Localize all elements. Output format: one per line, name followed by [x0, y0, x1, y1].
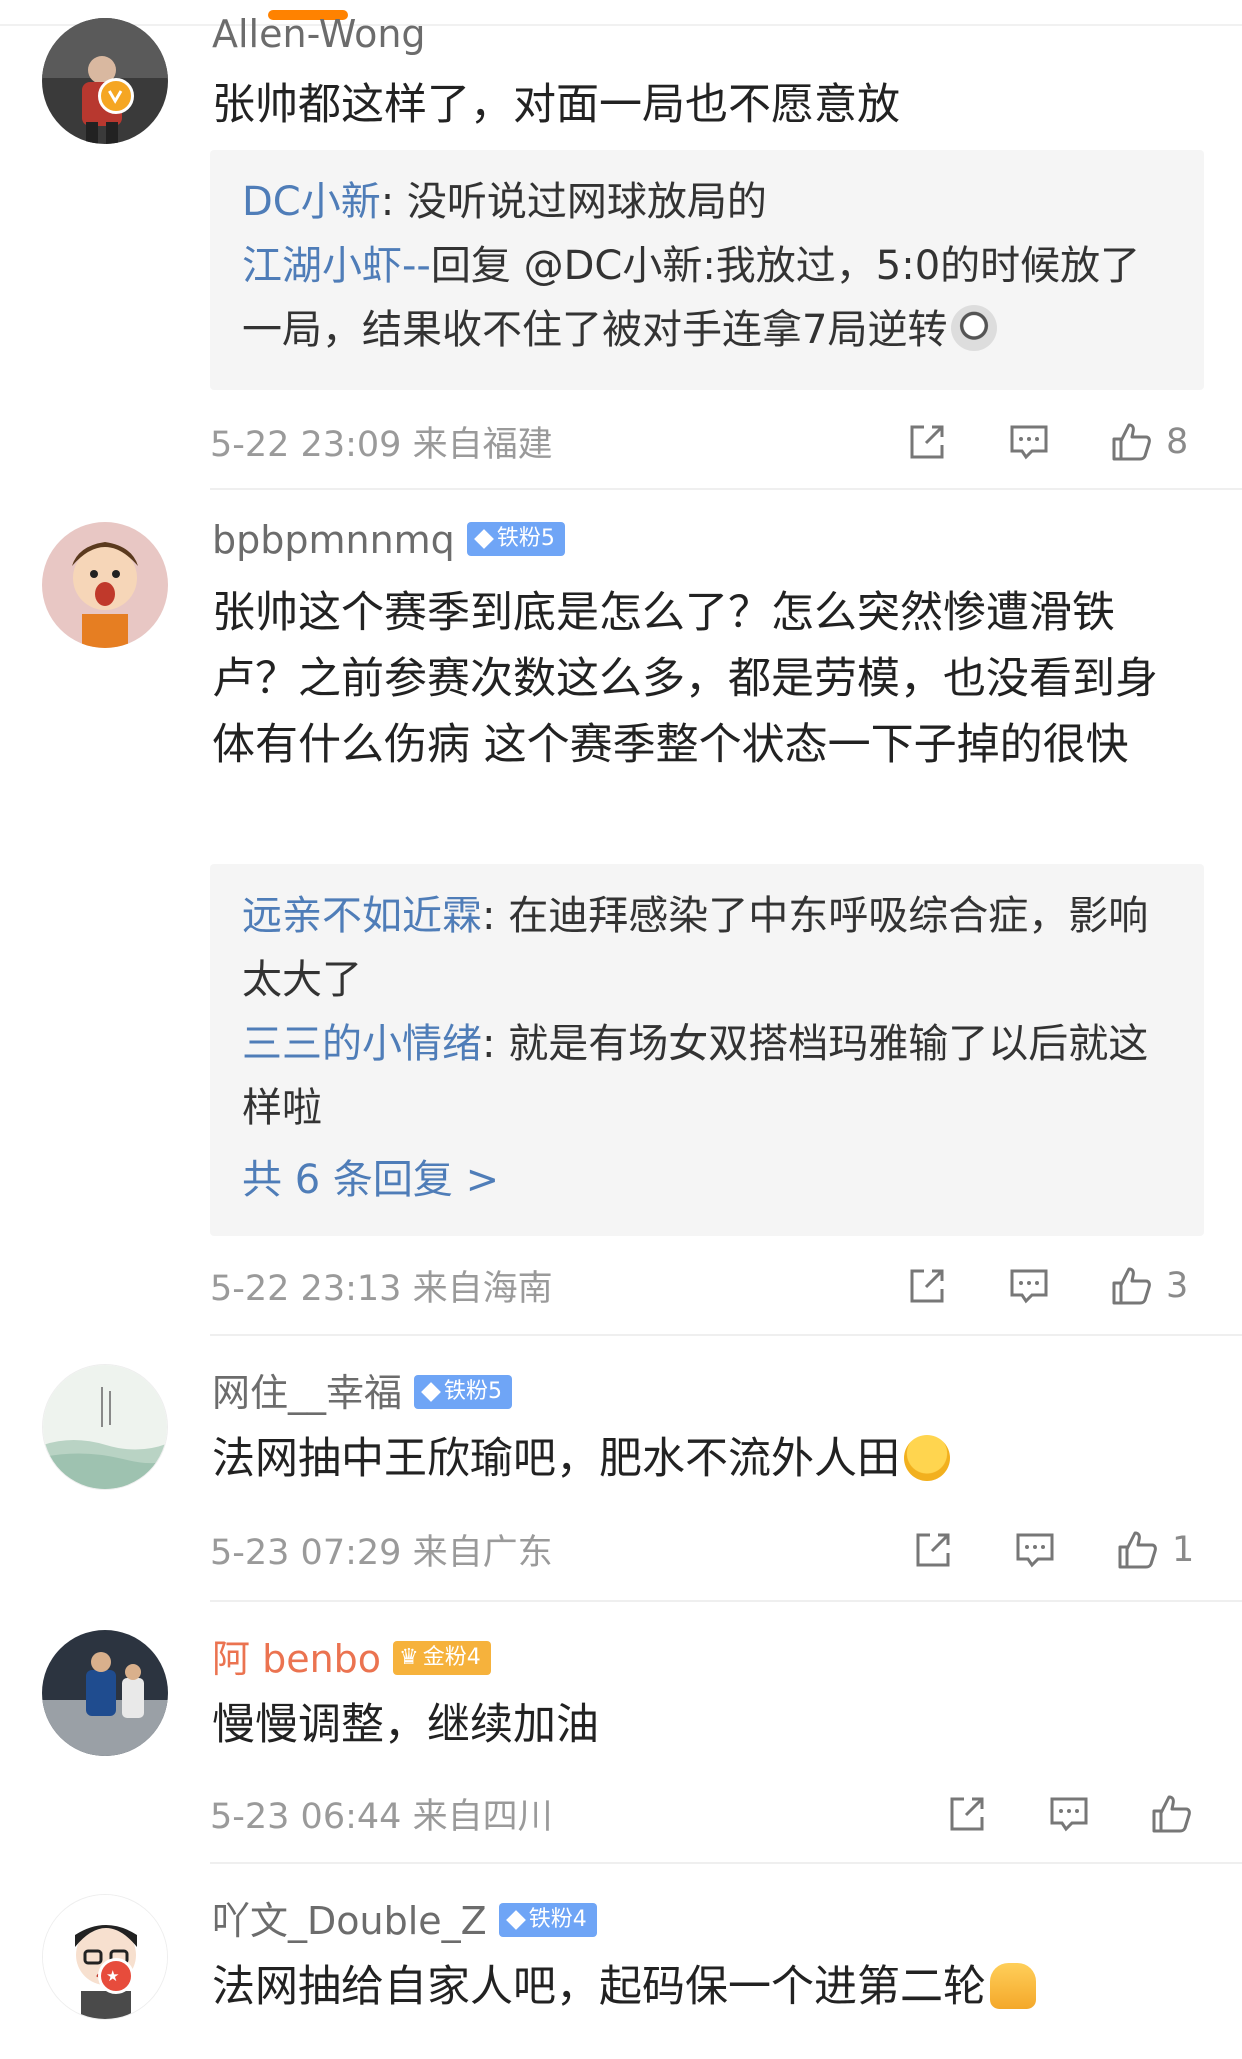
diamond-icon	[421, 1381, 441, 1402]
username[interactable]: 网住__幸福 铁粉5	[212, 1362, 513, 1417]
divider	[210, 488, 1242, 490]
username-text[interactable]: bpbpmnnmq	[212, 518, 455, 562]
avatar-yawen-double-z[interactable]	[42, 1894, 168, 2020]
reply-button[interactable]	[1046, 1784, 1092, 1844]
reply-item[interactable]: 江湖小虾--回复 @DC小新:我放过，5:0的时候放了一局，结果收不住了被对手连…	[242, 234, 1172, 362]
comment-icon	[1050, 1797, 1088, 1832]
username-text[interactable]: 阿 benbo	[212, 1637, 381, 1681]
fan-badge-label: 铁粉5	[496, 525, 555, 551]
share-button[interactable]	[910, 1520, 956, 1580]
reply-button[interactable]	[1006, 1256, 1052, 1316]
reply-item[interactable]: 远亲不如近霖: 在迪拜感染了中东呼吸综合症，影响太大了	[242, 884, 1172, 1012]
panda-emoji-icon	[951, 305, 998, 351]
comment-meta: 5-22 23:09 来自福建	[210, 416, 553, 467]
share-icon	[910, 1269, 944, 1303]
comment-text: 张帅都这样了，对面一局也不愿意放	[212, 80, 900, 130]
fan-badge: ♛ 金粉4	[393, 1640, 491, 1675]
svg-text:★: ★	[106, 1967, 119, 1985]
verified-red-icon: ★	[98, 1958, 134, 1994]
comment-meta: 5-23 07:29 来自广东	[210, 1524, 553, 1575]
like-count: 3	[1166, 1266, 1189, 1306]
fan-badge-label: 金粉4	[422, 1644, 481, 1670]
reply-box[interactable]: 远亲不如近霖: 在迪拜感染了中东呼吸综合症，影响太大了 三三的小情绪: 就是有场…	[210, 864, 1204, 1236]
comment-icon	[1010, 1269, 1048, 1304]
fan-badge: 铁粉5	[414, 1374, 513, 1409]
like-count: 1	[1172, 1530, 1195, 1570]
action-bar	[940, 1784, 1242, 1844]
username[interactable]: 阿 benbo ♛ 金粉4	[212, 1628, 491, 1683]
comment-icon	[1016, 1533, 1054, 1568]
share-icon	[916, 1533, 950, 1567]
thumbs-up-icon	[1112, 423, 1151, 461]
like-button[interactable]: 8	[1108, 412, 1188, 472]
action-bar: 8	[900, 412, 1210, 472]
praying-hands-emoji-icon	[990, 1963, 1036, 2009]
comment-time: 5-23 06:44	[210, 1797, 402, 1837]
reply-item[interactable]: DC小新: 没听说过网球放局的	[242, 170, 1172, 234]
like-button[interactable]: 1	[1114, 1520, 1194, 1580]
thumbs-up-icon	[1152, 1795, 1191, 1833]
divider	[210, 1862, 1242, 1864]
fan-badge: 铁粉5	[466, 521, 565, 556]
top-divider	[0, 24, 1242, 26]
crown-icon: ♛	[399, 1644, 419, 1670]
reply-username[interactable]: 远亲不如近霖	[242, 893, 482, 939]
comment-meta: 5-23 06:44 来自四川	[210, 1788, 553, 1839]
comment-icon	[1010, 425, 1048, 460]
share-button[interactable]	[904, 1256, 950, 1316]
comment-text: 慢慢调整，继续加油	[212, 1700, 599, 1750]
avatar-a-benbo[interactable]	[42, 1630, 168, 1756]
action-bar: 3	[900, 1256, 1210, 1316]
fan-badge-label: 铁粉5	[444, 1378, 503, 1404]
share-button[interactable]	[904, 412, 950, 472]
diamond-icon	[505, 1909, 526, 1930]
comment-text: 张帅这个赛季到底是怎么了？怎么突然惨遭滑铁卢？之前参赛次数这么多，都是劳模，也没…	[212, 588, 1158, 770]
reply-username[interactable]: DC小新	[242, 179, 381, 225]
fan-badge-label: 铁粉4	[528, 1906, 587, 1932]
comment-text: 法网抽中王欣瑜吧，肥水不流外人田	[212, 1426, 1192, 1492]
comment-text: 法网抽给自家人吧，起码保一个进第二轮	[212, 1954, 1192, 2020]
username[interactable]: bpbpmnnmq 铁粉5	[212, 518, 565, 562]
reply-box[interactable]: DC小新: 没听说过网球放局的 江湖小虾--回复 @DC小新:我放过，5:0的时…	[210, 150, 1204, 390]
comment-meta: 5-22 23:13 来自海南	[210, 1260, 553, 1311]
verified-v-icon	[98, 78, 134, 114]
comment-time: 5-23 07:29	[210, 1533, 402, 1573]
action-bar: 1	[906, 1520, 1216, 1580]
comment-location: 来自福建	[412, 425, 553, 465]
reply-button[interactable]	[1006, 412, 1052, 472]
divider	[210, 1334, 1242, 1336]
share-icon	[910, 425, 944, 459]
comment-location: 来自四川	[412, 1797, 553, 1837]
avatar-wangzhu-xingfu[interactable]	[42, 1364, 168, 1490]
avatar-bpbpmnnmq[interactable]	[42, 522, 168, 648]
share-button[interactable]	[944, 1784, 990, 1844]
reply-text: : 没听说过网球放局的	[380, 179, 767, 225]
username[interactable]: Allen-Wong	[212, 12, 426, 56]
comment-text-content: 法网抽中王欣瑜吧，肥水不流外人田	[212, 1434, 900, 1484]
comment-location: 来自海南	[412, 1269, 553, 1309]
share-icon	[950, 1797, 984, 1831]
divider	[210, 1600, 1242, 1602]
laugh-cry-emoji-icon	[904, 1435, 950, 1481]
username[interactable]: 吖文_Double_Z 铁粉4	[212, 1890, 597, 1945]
reply-button[interactable]	[1012, 1520, 1058, 1580]
comment-time: 5-22 23:13	[210, 1269, 402, 1309]
username-text[interactable]: 网住__幸福	[212, 1371, 402, 1415]
reply-username[interactable]: 江湖小虾--	[242, 243, 431, 289]
like-button[interactable]	[1148, 1784, 1194, 1844]
like-button[interactable]: 3	[1108, 1256, 1188, 1316]
thumbs-up-icon	[1118, 1531, 1157, 1569]
username-text[interactable]: 吖文_Double_Z	[212, 1899, 487, 1943]
comment-time: 5-22 23:09	[210, 425, 402, 465]
reply-item[interactable]: 三三的小情绪: 就是有场女双搭档玛雅输了以后就这样啦	[242, 1012, 1172, 1140]
reply-username[interactable]: 三三的小情绪	[242, 1021, 482, 1067]
thumbs-up-icon	[1112, 1267, 1151, 1305]
comment-location: 来自广东	[412, 1533, 553, 1573]
comment-text-content: 法网抽给自家人吧，起码保一个进第二轮	[212, 1962, 986, 2012]
like-count: 8	[1166, 422, 1189, 462]
more-replies-link[interactable]: 共 6 条回复 >	[242, 1148, 1172, 1212]
diamond-icon	[473, 528, 494, 549]
fan-badge: 铁粉4	[498, 1902, 597, 1937]
